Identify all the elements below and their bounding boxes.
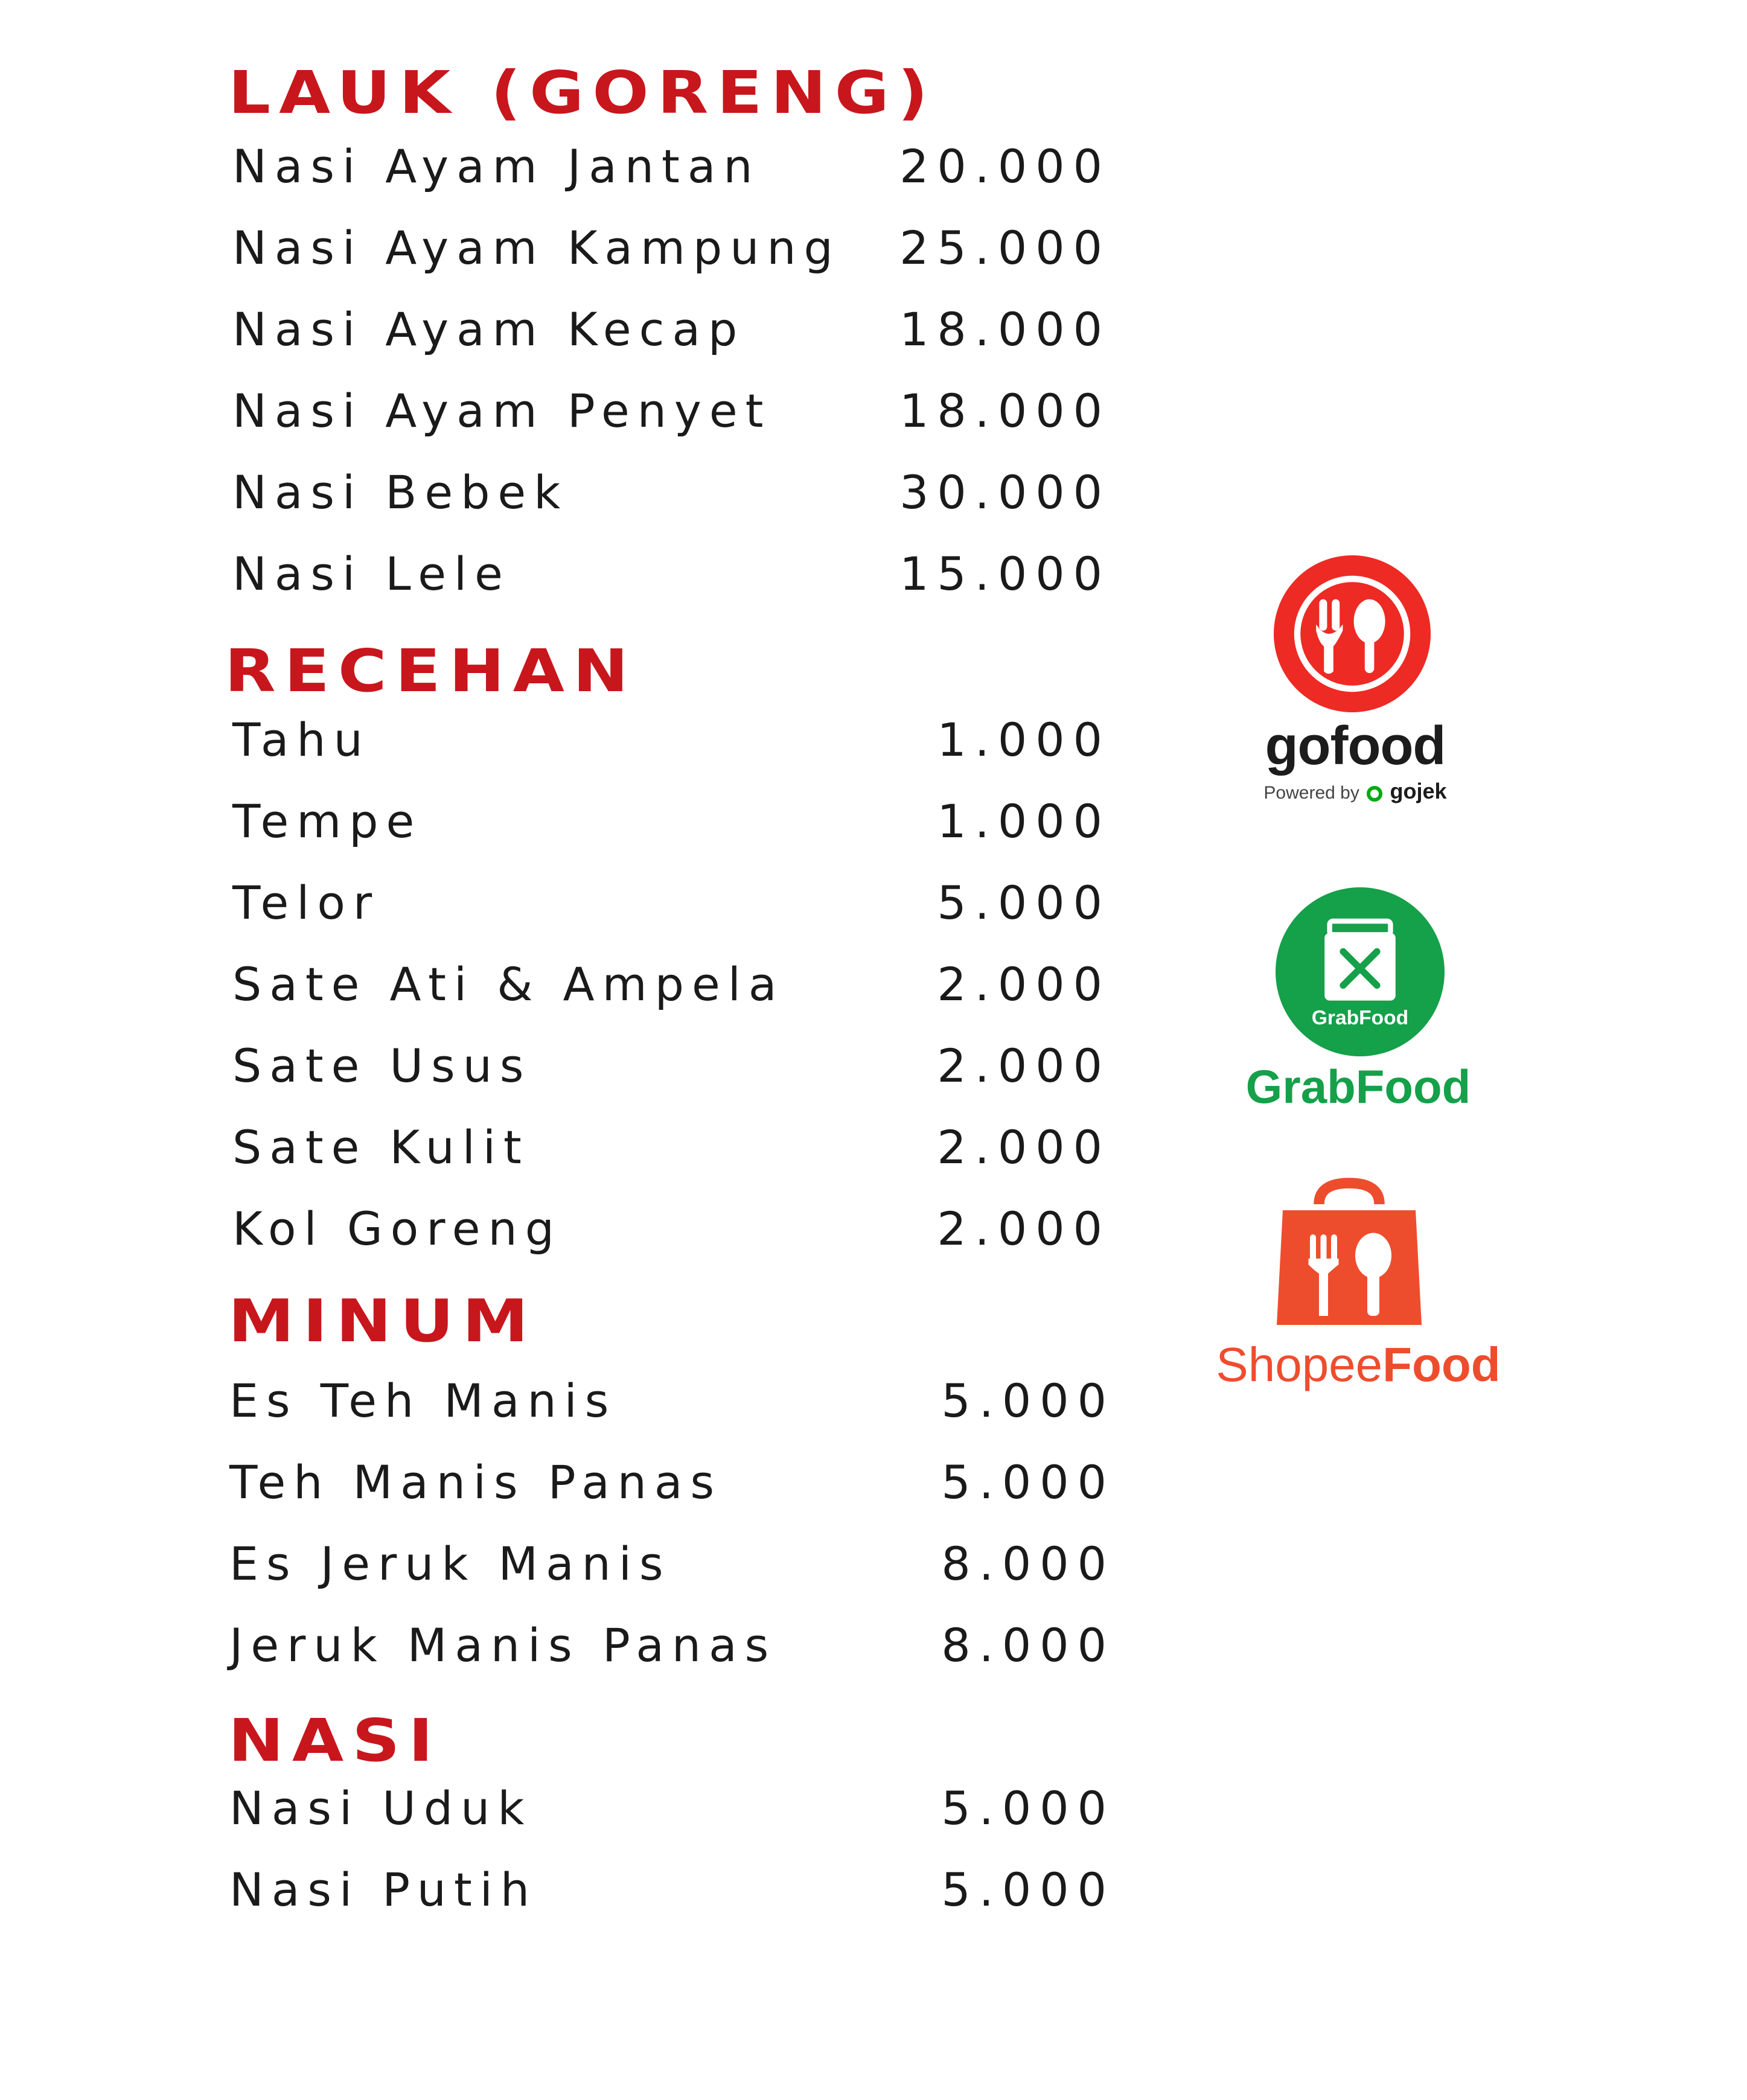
powered-prefix: Powered by — [1263, 783, 1359, 803]
item-name: Jeruk Manis Panas — [229, 1618, 777, 1672]
item-name: Nasi Lele — [232, 546, 511, 601]
menu-item: Nasi Lele 15.000 — [232, 540, 1111, 607]
gofood-logo: gofood Powered by gojek — [1256, 546, 1455, 806]
item-name: Nasi Putih — [229, 1862, 538, 1916]
item-price: 2.000 — [937, 1038, 1111, 1093]
item-name: Nasi Uduk — [229, 1781, 532, 1835]
item-price: 18.000 — [899, 383, 1111, 438]
item-name: Nasi Ayam Kecap — [232, 302, 746, 356]
menu-board: LAUK (GORENG) Nasi Ayam Jantan 20.000 Na… — [0, 0, 1747, 2100]
item-price: 5.000 — [937, 875, 1111, 930]
powered-by-gojek: Powered by gojek — [1256, 779, 1455, 804]
item-price: 20.000 — [899, 139, 1111, 193]
item-price: 2.000 — [937, 957, 1111, 1011]
item-name: Sate Ati & Ampela — [232, 957, 785, 1011]
gofood-wordmark: gofood — [1265, 716, 1446, 776]
menu-item: Es Teh Manis 5.000 — [229, 1367, 1115, 1434]
shopeefood-wordmark: ShopeeFood — [1213, 1337, 1503, 1393]
menu-item: Nasi Putih 5.000 — [229, 1856, 1115, 1923]
item-name: Kol Goreng — [232, 1201, 562, 1256]
item-name: Sate Usus — [232, 1038, 532, 1093]
item-price: 8.000 — [941, 1618, 1115, 1672]
menu-item: Nasi Ayam Jantan 20.000 — [232, 133, 1111, 199]
shopee-text: Shopee — [1216, 1338, 1383, 1391]
section-title-recehan: RECEHAN — [225, 637, 637, 705]
item-price: 8.000 — [941, 1536, 1115, 1591]
menu-item: Kol Goreng 2.000 — [232, 1195, 1111, 1262]
gojek-dot-icon — [1367, 786, 1383, 802]
bag-fork-knife-icon: GrabFood — [1276, 887, 1445, 1056]
item-name: Tahu — [232, 712, 371, 767]
shopeefood-logo: ShopeeFood — [1213, 1177, 1503, 1406]
item-name: Sate Kulit — [232, 1120, 529, 1174]
menu-item: Nasi Bebek 30.000 — [232, 459, 1111, 525]
section-title-nasi: NASI — [228, 1706, 442, 1775]
item-price: 2.000 — [937, 1120, 1111, 1174]
section-title-lauk: LAUK (GORENG) — [228, 59, 937, 127]
menu-item: Tempe 1.000 — [232, 788, 1111, 854]
item-price: 30.000 — [899, 465, 1111, 519]
item-price: 18.000 — [899, 302, 1111, 356]
item-name: Nasi Ayam Penyet — [232, 383, 771, 438]
menu-item: Nasi Uduk 5.000 — [229, 1775, 1115, 1841]
menu-item: Sate Usus 2.000 — [232, 1032, 1111, 1099]
item-price: 5.000 — [941, 1781, 1115, 1835]
item-price: 1.000 — [937, 794, 1111, 848]
item-price: 25.000 — [899, 220, 1111, 275]
item-name: Tempe — [232, 794, 423, 848]
menu-item: Jeruk Manis Panas 8.000 — [229, 1612, 1115, 1678]
bag-fork-spoon-icon — [1277, 1178, 1422, 1325]
item-name: Nasi Ayam Kampung — [232, 220, 841, 275]
item-price: 15.000 — [899, 546, 1111, 601]
item-name: Es Teh Manis — [229, 1373, 617, 1428]
food-text: Food — [1382, 1338, 1501, 1391]
item-price: 2.000 — [937, 1201, 1111, 1256]
grabfood-logo: GrabFood GrabFood — [1244, 881, 1473, 1123]
item-price: 5.000 — [941, 1373, 1115, 1428]
menu-item: Nasi Ayam Penyet 18.000 — [232, 377, 1111, 444]
menu-item: Sate Ati & Ampela 2.000 — [232, 951, 1111, 1017]
item-name: Nasi Bebek — [232, 465, 569, 519]
section-title-minum: MINUM — [228, 1287, 537, 1355]
menu-item: Es Jeruk Manis 8.000 — [229, 1530, 1115, 1597]
menu-item: Sate Kulit 2.000 — [232, 1114, 1111, 1180]
menu-item: Teh Manis Panas 5.000 — [229, 1449, 1115, 1515]
item-name: Nasi Ayam Jantan — [232, 139, 761, 193]
menu-item: Tahu 1.000 — [232, 706, 1111, 773]
item-name: Telor — [232, 875, 380, 930]
menu-item: Nasi Ayam Kampung 25.000 — [232, 214, 1111, 281]
gojek-wordmark: gojek — [1390, 779, 1447, 803]
item-name: Teh Manis Panas — [229, 1455, 723, 1509]
item-price: 5.000 — [941, 1862, 1115, 1916]
item-name: Es Jeruk Manis — [229, 1536, 671, 1591]
grabfood-badge-text: GrabFood — [1312, 1007, 1408, 1029]
item-price: 1.000 — [937, 712, 1111, 767]
grabfood-wordmark: GrabFood — [1245, 1060, 1471, 1113]
fork-spoon-icon — [1274, 555, 1431, 712]
menu-item: Nasi Ayam Kecap 18.000 — [232, 296, 1111, 362]
item-price: 5.000 — [941, 1455, 1115, 1509]
menu-item: Telor 5.000 — [232, 869, 1111, 936]
